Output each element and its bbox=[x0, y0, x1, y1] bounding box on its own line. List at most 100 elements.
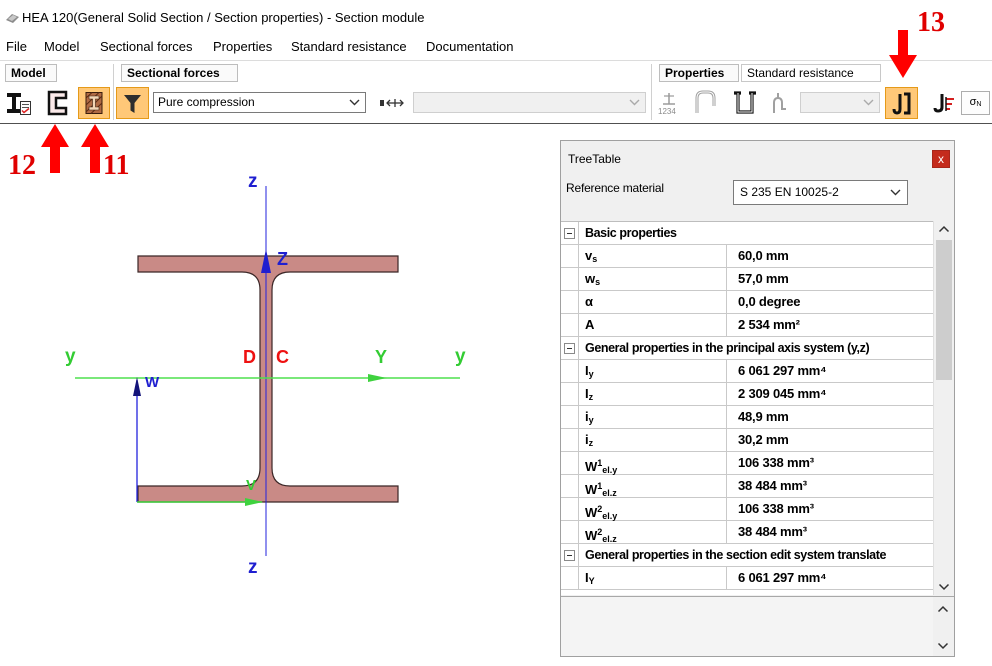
symbol-subscript: s bbox=[595, 277, 601, 287]
reference-material-select[interactable]: S 235 EN 10025-2 bbox=[733, 180, 908, 205]
scroll-down-icon[interactable] bbox=[938, 583, 950, 591]
force-component-select bbox=[413, 92, 646, 113]
properties-table[interactable]: Basic properties vs 60,0 mm ws 57,0 mm α 0,0 d… bbox=[561, 221, 933, 595]
stress-distribution-button[interactable] bbox=[885, 87, 918, 119]
row-indent-cell bbox=[561, 429, 579, 451]
property-symbol: Iy bbox=[579, 360, 727, 382]
section-drawing: z z Z y Y y D C W V bbox=[65, 171, 466, 578]
group-label-model[interactable]: Model bbox=[5, 64, 57, 82]
property-row[interactable]: ws 57,0 mm bbox=[561, 268, 933, 291]
load-case-select[interactable]: Pure compression bbox=[153, 92, 366, 113]
symbol-subscript: s bbox=[592, 254, 598, 264]
menu-file[interactable]: File bbox=[6, 39, 27, 55]
scroll-up-icon[interactable] bbox=[938, 225, 950, 233]
symbol-main: w bbox=[585, 271, 596, 286]
section-drawing-area[interactable]: z z Z y Y y D C W V bbox=[0, 124, 556, 661]
property-row[interactable]: A 2 534 mm² bbox=[561, 314, 933, 337]
scroll-down-icon[interactable] bbox=[937, 642, 949, 650]
sigma-subscript: N bbox=[976, 101, 982, 108]
collapse-icon[interactable] bbox=[564, 343, 575, 354]
collapse-icon[interactable] bbox=[564, 550, 575, 561]
transfer-arrows-icon bbox=[380, 99, 404, 107]
numbering-icon: 1234 bbox=[658, 93, 676, 116]
v-axis-label: V bbox=[246, 477, 256, 494]
property-value: 2 309 045 mm⁴ bbox=[738, 386, 827, 401]
arch-button[interactable] bbox=[690, 87, 720, 119]
row-indent-cell bbox=[561, 245, 579, 267]
menu-model[interactable]: Model bbox=[44, 39, 79, 55]
property-row[interactable]: iz 30,2 mm bbox=[561, 429, 933, 452]
close-icon: x bbox=[938, 152, 944, 166]
group-row[interactable]: General properties in the section edit s… bbox=[561, 544, 933, 567]
property-row[interactable]: IY 6 061 297 mm⁴ bbox=[561, 567, 933, 590]
description-scrollbar[interactable] bbox=[933, 597, 954, 656]
symbol-subscript: el.z bbox=[602, 534, 617, 544]
group-separator bbox=[113, 64, 114, 120]
numbering-button[interactable]: 1234 bbox=[655, 87, 683, 119]
property-symbol: W1el.y bbox=[579, 452, 727, 475]
collapse-icon[interactable] bbox=[564, 228, 575, 239]
symbol-subscript: Y bbox=[588, 576, 595, 586]
property-row[interactable]: vs 60,0 mm bbox=[561, 245, 933, 268]
property-row[interactable]: W1el.z 38 484 mm³ bbox=[561, 475, 933, 498]
property-value: 0,0 degree bbox=[738, 294, 801, 309]
annotation-label-11: 11 bbox=[103, 150, 130, 181]
property-value: 30,2 mm bbox=[738, 432, 789, 447]
property-select bbox=[800, 92, 880, 113]
property-row[interactable]: W2el.y 106 338 mm³ bbox=[561, 498, 933, 521]
property-row[interactable]: Iy 6 061 297 mm⁴ bbox=[561, 360, 933, 383]
symbol-main: α bbox=[585, 294, 593, 309]
menu-sectional-forces[interactable]: Sectional forces bbox=[100, 39, 193, 55]
tab-properties[interactable]: Properties bbox=[659, 64, 739, 82]
transfer-arrows-button[interactable] bbox=[378, 87, 406, 119]
row-indent-cell bbox=[561, 544, 579, 566]
i-section-check-button[interactable] bbox=[4, 87, 34, 119]
normal-stress-button[interactable]: σN bbox=[961, 91, 990, 115]
property-symbol: W2el.y bbox=[579, 498, 727, 521]
scrollbar-thumb[interactable] bbox=[936, 240, 952, 380]
row-indent-cell bbox=[561, 452, 579, 474]
group-row[interactable]: Basic properties bbox=[561, 222, 933, 245]
menu-properties[interactable]: Properties bbox=[213, 39, 272, 55]
symbol-main: W bbox=[585, 505, 598, 520]
group-label-sectional-forces[interactable]: Sectional forces bbox=[121, 64, 238, 82]
tab-standard-resistance[interactable]: Standard resistance bbox=[741, 64, 881, 82]
y-axis-label-right: y bbox=[455, 346, 466, 367]
section-properties-button[interactable] bbox=[78, 87, 110, 119]
description-pane bbox=[561, 596, 954, 656]
stress-point-button[interactable] bbox=[930, 87, 958, 119]
load-case-value: Pure compression bbox=[158, 95, 255, 109]
toolbar: Model Sectional forces Properties Standa… bbox=[0, 60, 992, 124]
property-row[interactable]: α 0,0 degree bbox=[561, 291, 933, 314]
symbol-main: W bbox=[585, 459, 598, 474]
profile-thin-button[interactable] bbox=[765, 87, 793, 119]
symbol-subscript: el.y bbox=[602, 511, 618, 521]
row-indent-cell bbox=[561, 567, 579, 589]
symbol-main: A bbox=[585, 317, 595, 332]
table-scrollbar[interactable] bbox=[933, 221, 954, 595]
close-button[interactable]: x bbox=[932, 150, 950, 168]
property-symbol: W1el.z bbox=[579, 475, 727, 498]
property-row[interactable]: iy 48,9 mm bbox=[561, 406, 933, 429]
group-label: General properties in the principal axis… bbox=[585, 341, 870, 355]
scroll-up-icon[interactable] bbox=[937, 605, 949, 613]
property-row[interactable]: W2el.z 38 484 mm³ bbox=[561, 521, 933, 544]
row-indent-cell bbox=[561, 268, 579, 290]
group-row[interactable]: General properties in the principal axis… bbox=[561, 337, 933, 360]
symbol-main: W bbox=[585, 482, 598, 497]
annotation-label-13: 13 bbox=[917, 7, 945, 38]
filter-button[interactable] bbox=[116, 87, 149, 119]
profile-outline-button[interactable] bbox=[730, 87, 760, 119]
menu-bar: File Model Sectional forces Properties S… bbox=[0, 38, 992, 58]
menu-documentation[interactable]: Documentation bbox=[426, 39, 513, 55]
c-section-button[interactable] bbox=[44, 87, 72, 119]
property-symbol: vs bbox=[579, 245, 727, 267]
menu-standard-resistance[interactable]: Standard resistance bbox=[291, 39, 407, 55]
reference-material-label: Reference material bbox=[566, 181, 664, 195]
property-row[interactable]: W1el.y 106 338 mm³ bbox=[561, 452, 933, 475]
property-value: 48,9 mm bbox=[738, 409, 789, 424]
row-indent-cell bbox=[561, 498, 579, 520]
i-beam-section[interactable] bbox=[137, 255, 399, 503]
property-row[interactable]: Iz 2 309 045 mm⁴ bbox=[561, 383, 933, 406]
arch-icon bbox=[695, 90, 716, 113]
